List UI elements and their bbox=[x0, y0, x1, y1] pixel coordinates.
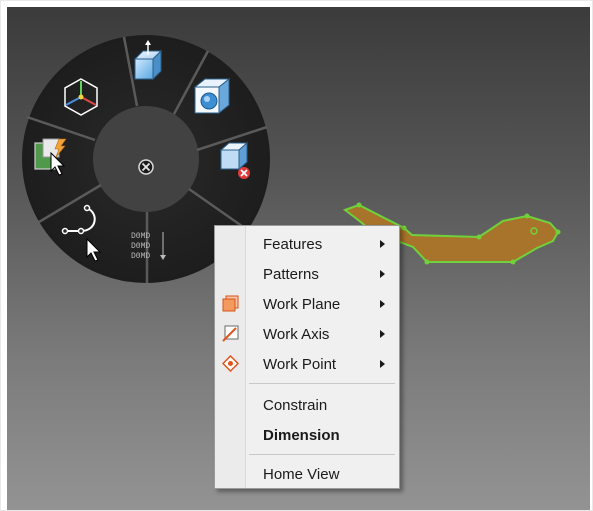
menu-item-work-point[interactable]: Work Point bbox=[215, 349, 399, 379]
submenu-arrow-icon bbox=[380, 360, 385, 368]
menu-item-label: Constrain bbox=[263, 397, 328, 414]
dimension-list-line-3: D0MD bbox=[131, 252, 150, 261]
close-icon[interactable] bbox=[138, 159, 154, 175]
menu-item-label: Home View bbox=[263, 466, 340, 483]
menu-item-work-axis[interactable]: Work Axis bbox=[215, 319, 399, 349]
menu-item-patterns[interactable]: Patterns bbox=[215, 259, 399, 289]
window-frame: D0MD D0MD D0MD Features Patterns Work Pl… bbox=[0, 0, 593, 511]
menu-item-constrain[interactable]: Constrain bbox=[215, 390, 399, 420]
menu-item-dimension[interactable]: Dimension bbox=[215, 420, 399, 450]
dimension-list-line-2: D0MD bbox=[131, 242, 150, 251]
menu-separator bbox=[249, 454, 395, 455]
work-axis-icon bbox=[222, 325, 239, 342]
menu-item-label: Dimension bbox=[263, 427, 340, 444]
graphics-viewport[interactable]: D0MD D0MD D0MD Features Patterns Work Pl… bbox=[7, 7, 590, 510]
submenu-arrow-icon bbox=[380, 270, 385, 278]
submenu-arrow-icon bbox=[380, 300, 385, 308]
dimension-list-line-1: D0MD bbox=[131, 232, 150, 241]
menu-item-features[interactable]: Features bbox=[215, 229, 399, 259]
marking-menu-hub bbox=[93, 106, 199, 212]
submenu-arrow-icon bbox=[380, 330, 385, 338]
menu-item-work-plane[interactable]: Work Plane bbox=[215, 289, 399, 319]
work-plane-icon bbox=[222, 295, 239, 312]
menu-item-label: Patterns bbox=[263, 266, 319, 283]
menu-item-label: Features bbox=[263, 236, 323, 253]
work-point-icon bbox=[222, 355, 239, 372]
menu-item-label: Work Axis bbox=[263, 326, 330, 343]
menu-separator bbox=[249, 383, 395, 384]
menu-item-label: Work Point bbox=[263, 356, 337, 373]
revolve-icon[interactable] bbox=[193, 77, 231, 115]
menu-item-home-view[interactable]: Home View bbox=[215, 459, 399, 489]
submenu-arrow-icon bbox=[380, 240, 385, 248]
context-menu: Features Patterns Work Plane Work Axis W… bbox=[214, 225, 400, 489]
menu-item-label: Work Plane bbox=[263, 296, 341, 313]
